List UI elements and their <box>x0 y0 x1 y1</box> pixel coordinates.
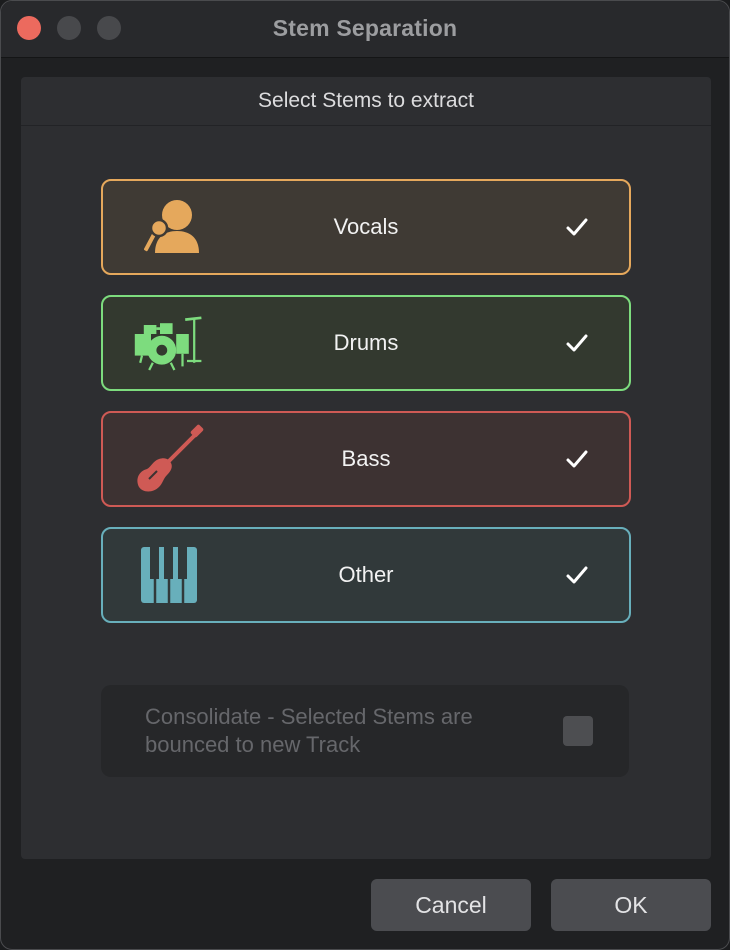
stem-toggle-bass[interactable]: Bass <box>101 411 631 507</box>
stem-separation-dialog: Stem Separation Select Stems to extract … <box>0 0 730 950</box>
ok-button[interactable]: OK <box>551 879 711 931</box>
stem-toggle-other[interactable]: Other <box>101 527 631 623</box>
stem-label-drums: Drums <box>333 330 399 355</box>
stem-label-vocals: Vocals <box>333 214 399 239</box>
checkmark-icon <box>566 566 588 584</box>
title-bar[interactable]: Stem Separation <box>1 1 729 58</box>
checkmark-icon <box>566 334 588 352</box>
stem-toggle-vocals[interactable]: Vocals <box>101 179 631 275</box>
stem-selection-panel: Select Stems to extract Vocals Drums Bas… <box>21 77 711 859</box>
cancel-button[interactable]: Cancel <box>371 879 531 931</box>
stem-label-other: Other <box>338 562 394 587</box>
checkmark-icon <box>566 218 588 236</box>
consolidate-label: Consolidate - Selected Stems are bounced… <box>145 704 473 757</box>
panel-header: Select Stems to extract <box>21 77 711 126</box>
consolidate-checkbox[interactable] <box>563 716 593 746</box>
checkmark-icon <box>566 450 588 468</box>
stem-toggle-drums[interactable]: Drums <box>101 295 631 391</box>
consolidate-option: Consolidate - Selected Stems are bounced… <box>101 685 629 777</box>
window-title: Stem Separation <box>272 15 458 41</box>
stem-label-bass: Bass <box>341 446 391 471</box>
